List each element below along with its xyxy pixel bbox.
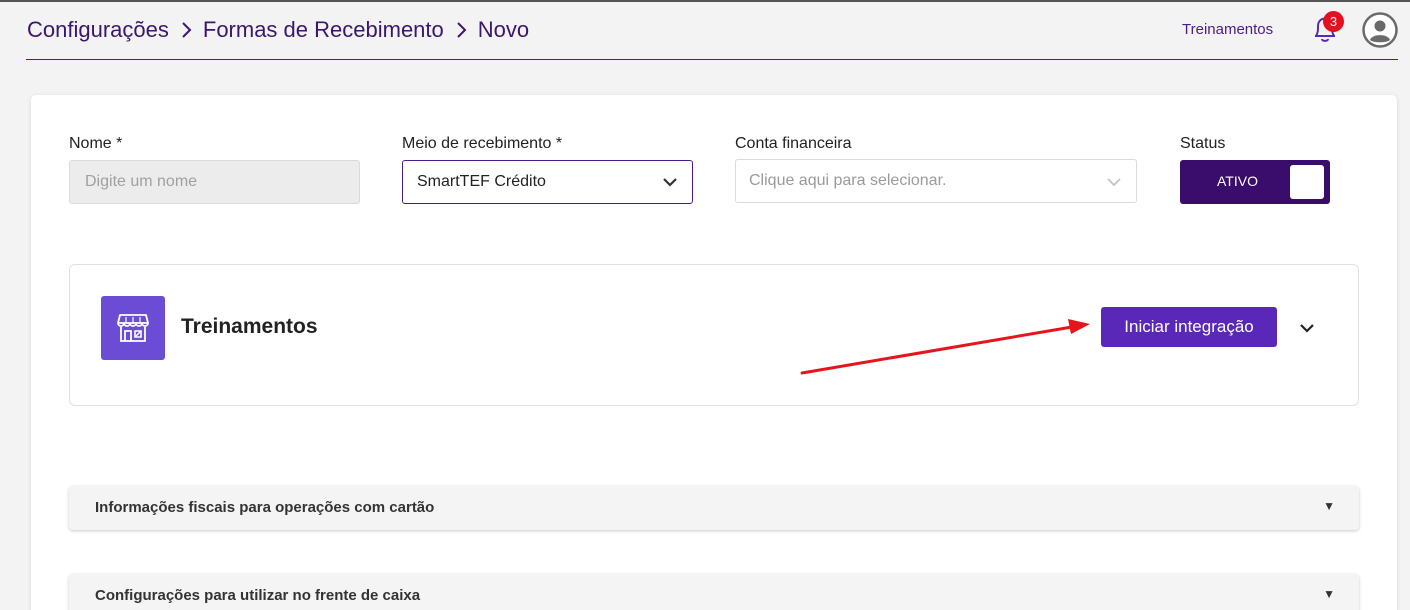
accordion-configuracoes-frente-de-caixa[interactable]: Configurações para utilizar no frente de… (69, 574, 1359, 610)
breadcrumb-item-novo: Novo (477, 17, 530, 42)
iniciar-integracao-button[interactable]: Iniciar integração (1101, 307, 1277, 347)
breadcrumb-item-configuracoes[interactable]: Configurações (27, 17, 169, 43)
conta-financeira-select[interactable]: Clique aqui para selecionar. (735, 159, 1137, 203)
breadcrumb: Configurações Formas de Recebimento Novo (27, 17, 529, 43)
status-label: Status (1180, 135, 1226, 152)
status-toggle[interactable]: ATIVO (1180, 160, 1330, 204)
chevron-down-icon[interactable] (1298, 319, 1316, 342)
notification-badge: 3 (1323, 11, 1344, 32)
meio-recebimento-select[interactable]: SmartTEF Crédito (402, 160, 693, 204)
chevron-down-icon (662, 174, 678, 195)
meio-recebimento-value: SmartTEF Crédito (417, 173, 546, 190)
breadcrumb-item-formas-de-recebimento[interactable]: Formas de Recebimento (203, 17, 444, 43)
store-icon (101, 296, 165, 360)
treinamentos-link[interactable]: Treinamentos (1182, 21, 1273, 38)
integration-panel: Treinamentos Iniciar integração (69, 264, 1359, 406)
form-card: Nome * Meio de recebimento * SmartTEF Cr… (31, 95, 1397, 610)
toggle-knob (1290, 165, 1324, 199)
conta-financeira-label: Conta financeira (735, 135, 852, 152)
chevron-right-icon (169, 21, 203, 39)
nome-label: Nome * (69, 135, 123, 152)
chevron-down-icon (1106, 174, 1122, 195)
status-toggle-label: ATIVO (1217, 173, 1258, 189)
integration-title: Treinamentos (181, 315, 318, 338)
conta-financeira-placeholder: Clique aqui para selecionar. (749, 172, 947, 189)
accordion-informacoes-fiscais[interactable]: Informações fiscais para operações com c… (69, 486, 1359, 530)
chevron-right-icon (444, 21, 478, 39)
meio-recebimento-label: Meio de recebimento * (402, 135, 563, 152)
nome-input[interactable] (69, 160, 360, 204)
user-avatar-icon[interactable] (1362, 12, 1398, 48)
accordion-label: Configurações para utilizar no frente de… (95, 587, 421, 604)
caret-down-icon: ▼ (1323, 499, 1335, 513)
caret-down-icon: ▼ (1323, 587, 1335, 601)
page-header: Configurações Formas de Recebimento Novo… (26, 0, 1398, 60)
accordion-label: Informações fiscais para operações com c… (95, 499, 435, 516)
